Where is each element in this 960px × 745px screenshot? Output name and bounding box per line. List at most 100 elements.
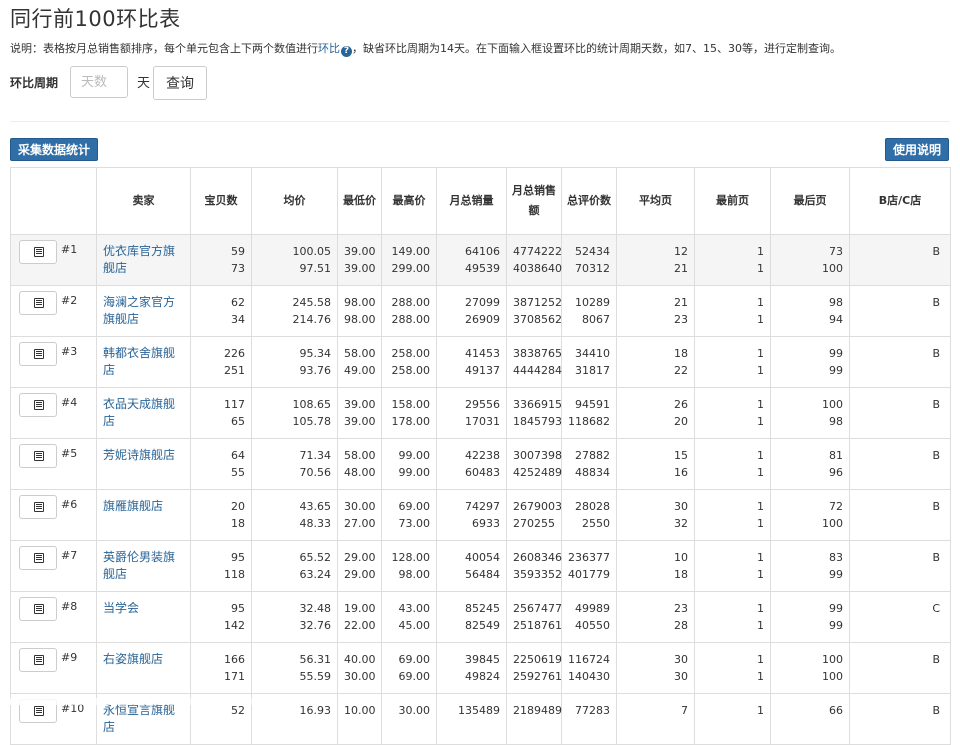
header-seller[interactable]: 卖家 <box>96 167 191 235</box>
max-price-cell: 69.00 73.00 <box>381 489 437 541</box>
shop-type-cell: B <box>849 285 951 337</box>
shop-type-value: B <box>932 449 940 462</box>
detail-button[interactable] <box>19 495 57 519</box>
min-price-previous: 22.00 <box>344 619 376 632</box>
header-monthly-volume[interactable]: 月总销量 <box>436 167 507 235</box>
items-cell: 95 142 <box>190 591 252 643</box>
header-first-page[interactable]: 最前页 <box>694 167 771 235</box>
day-unit-label: 天 <box>137 76 151 91</box>
avg-price-previous: 97.51 <box>299 262 332 275</box>
items-cell: 95 118 <box>190 540 252 592</box>
seller-link[interactable]: 优衣库官方旗舰店 <box>103 244 175 275</box>
avg-price-cell: 43.65 48.33 <box>251 489 338 541</box>
seller-link[interactable]: 海澜之家官方旗舰店 <box>103 295 175 326</box>
items-current: 62 <box>231 296 245 309</box>
header-last-page[interactable]: 最后页 <box>770 167 850 235</box>
items-current: 64 <box>231 449 245 462</box>
monthly-revenue-previous: 4252489 <box>513 466 562 479</box>
description-prefix: 说明：表格按月总销售额排序，每个单元包含上下两个数值进行 <box>10 42 318 55</box>
monthly-volume-cell: 42238 60483 <box>436 438 507 490</box>
max-price-current: 258.00 <box>391 347 431 360</box>
reviews-current: 116724 <box>568 653 610 666</box>
detail-button[interactable] <box>19 597 57 621</box>
detail-cell: #2 <box>10 285 97 337</box>
monthly-revenue-current: 2679003 <box>513 500 562 513</box>
monthly-revenue-previous: 1845793 <box>513 415 562 428</box>
avg-page-current: 26 <box>674 398 688 411</box>
header-min-price[interactable]: 最低价 <box>337 167 382 235</box>
first-page-current: 1 <box>757 500 764 513</box>
seller-link[interactable]: 英爵伦男装旗舰店 <box>103 550 175 581</box>
header-shop-type[interactable]: B店/C店 <box>849 167 951 235</box>
header-reviews[interactable]: 总评价数 <box>561 167 617 235</box>
min-price-previous: 98.00 <box>344 313 376 326</box>
header-avg-price[interactable]: 均价 <box>251 167 338 235</box>
header-items[interactable]: 宝贝数 <box>190 167 252 235</box>
detail-button[interactable] <box>19 444 57 468</box>
seller-cell: 当学会 <box>96 591 191 643</box>
reviews-cell: 236377 401779 <box>561 540 617 592</box>
min-price-previous: 27.00 <box>344 517 376 530</box>
reviews-previous: 401779 <box>568 568 610 581</box>
avg-page-previous: 21 <box>674 262 688 275</box>
seller-link[interactable]: 永恒宣言旗舰店 <box>103 703 175 734</box>
seller-cell: 旗雁旗舰店 <box>96 489 191 541</box>
last-page-cell: 98 94 <box>770 285 850 337</box>
max-price-current: 69.00 <box>398 500 431 513</box>
query-button[interactable]: 查询 <box>153 66 207 100</box>
max-price-previous: 288.00 <box>391 313 431 326</box>
reviews-cell: 49989 40550 <box>561 591 617 643</box>
mom-help-link[interactable]: 环比 <box>318 42 340 55</box>
detail-cell: #5 <box>10 438 97 490</box>
detail-cell: #6 <box>10 489 97 541</box>
seller-link[interactable]: 右姿旗舰店 <box>103 652 163 666</box>
seller-link[interactable]: 当学会 <box>103 601 139 615</box>
detail-button[interactable] <box>19 546 57 570</box>
avg-page-current: 30 <box>674 500 688 513</box>
monthly-revenue-cell: 2250619 2592761 <box>506 642 562 694</box>
collect-stats-button[interactable]: 采集数据统计 <box>10 138 99 161</box>
detail-button[interactable] <box>19 648 57 672</box>
detail-button[interactable] <box>19 393 57 417</box>
seller-link[interactable]: 韩都衣舍旗舰店 <box>103 346 175 377</box>
last-page-cell: 83 99 <box>770 540 850 592</box>
seller-link[interactable]: 衣品天成旗舰店 <box>103 397 175 428</box>
min-price-previous: 30.00 <box>344 670 376 683</box>
min-price-current: 39.00 <box>344 245 376 258</box>
monthly-volume-cell: 74297 6933 <box>436 489 507 541</box>
shop-type-value: B <box>932 551 940 564</box>
avg-page-previous: 22 <box>674 364 688 377</box>
header-avg-page[interactable]: 平均页 <box>616 167 695 235</box>
header-monthly-revenue[interactable]: 月总销售额 <box>506 167 562 235</box>
question-circle-icon[interactable]: ? <box>341 46 352 57</box>
seller-link[interactable]: 芳妮诗旗舰店 <box>103 448 175 462</box>
avg-page-cell: 23 28 <box>616 591 695 643</box>
min-price-cell: 40.00 30.00 <box>337 642 382 694</box>
last-page-previous: 98 <box>829 415 843 428</box>
avg-price-cell: 71.34 70.56 <box>251 438 338 490</box>
detail-button[interactable] <box>19 291 57 315</box>
seller-link[interactable]: 旗雁旗舰店 <box>103 499 163 513</box>
user-manual-button[interactable]: 使用说明 <box>884 138 949 161</box>
divider <box>10 121 950 122</box>
first-page-previous: 1 <box>757 313 764 326</box>
max-price-cell: 99.00 99.00 <box>381 438 437 490</box>
rank-label: #2 <box>61 294 78 307</box>
items-current: 20 <box>231 500 245 513</box>
detail-button[interactable] <box>19 342 57 366</box>
min-price-cell: 39.00 39.00 <box>337 387 382 439</box>
first-page-cell: 11 <box>694 540 771 592</box>
reviews-previous: 140430 <box>568 670 610 683</box>
list-icon <box>34 604 44 614</box>
period-days-input[interactable] <box>70 66 128 98</box>
table-row: #5 芳妮诗旗舰店 64 55 71.34 70.56 58.00 48.00 99.00 99.… <box>10 438 951 490</box>
monthly-volume-previous: 49824 <box>465 670 500 683</box>
list-icon <box>34 655 44 665</box>
max-price-cell: 69.00 69.00 <box>381 642 437 694</box>
max-price-cell: 43.00 45.00 <box>381 591 437 643</box>
detail-button[interactable] <box>19 240 57 264</box>
header-max-price[interactable]: 最高价 <box>381 167 437 235</box>
shop-type-cell: B <box>849 438 951 490</box>
monthly-volume-cell: 85245 82549 <box>436 591 507 643</box>
monthly-volume-cell: 40054 56484 <box>436 540 507 592</box>
